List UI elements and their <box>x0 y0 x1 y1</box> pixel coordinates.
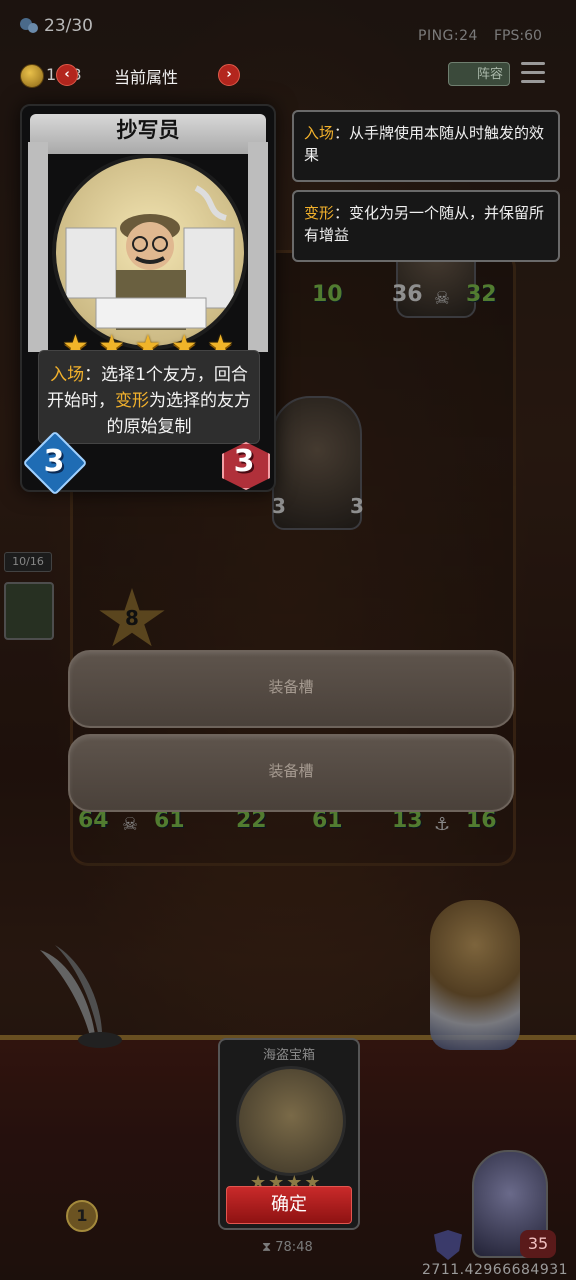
timer: ⧗ 78:48 <box>262 1240 313 1255</box>
card-attack: 3 <box>43 444 65 479</box>
prev-arrow-button[interactable]: ‹ <box>56 64 78 86</box>
card-frame-left <box>28 142 48 352</box>
keyword-transform: 变形 <box>115 391 149 411</box>
chest-title: 海盗宝箱 <box>262 1048 315 1063</box>
card-description: 入场：选择1个友方，回合开始时，变形为选择的友方的原始复制 <box>46 362 252 440</box>
keyword-tooltip-battlecry: 入场：从手牌使用本随从时触发的效果 <box>292 110 560 182</box>
equip-slot-1[interactable]: 装备槽 <box>68 650 514 728</box>
lineup-button[interactable]: 阵容 <box>448 62 510 86</box>
scribe-icon <box>65 185 235 330</box>
turns-icon <box>20 18 38 33</box>
card-health: 3 <box>233 444 255 479</box>
equip-slot-2[interactable]: 装备槽 <box>68 734 514 812</box>
turn-counter: 23/30 <box>44 16 93 36</box>
keyword-name: 变形 <box>304 204 335 222</box>
card-detail: 抄写员 ★ ★ ★ ★ ★ 入场：选择1个友方，回合开始时，变形为选择的友方的原… <box>20 104 276 496</box>
ping: PING:24 <box>418 28 478 44</box>
coin-icon <box>20 64 44 88</box>
bottom-number: 2711.42966684931 <box>422 1262 569 1278</box>
equip-slot-label: 装备槽 <box>268 678 314 696</box>
confirm-button[interactable]: 确定 <box>226 1186 352 1224</box>
equip-slot-label: 装备槽 <box>268 762 314 780</box>
card-frame-right <box>248 142 268 352</box>
gold-badge[interactable]: 1 <box>66 1200 98 1232</box>
keyword-text: ：变化为另一个随从，并保留所有增益 <box>304 204 545 244</box>
keyword-name: 入场 <box>304 124 335 142</box>
keyword-tooltip-transform: 变形：变化为另一个随从，并保留所有增益 <box>292 190 560 262</box>
current-attributes-label: 当前属性 <box>114 68 179 87</box>
timer-value: 78:48 <box>275 1240 313 1255</box>
treasure-chest-icon <box>236 1066 346 1176</box>
hero-health: 35 <box>520 1230 556 1258</box>
card-name: 抄写员 <box>116 118 180 142</box>
menu-icon[interactable] <box>521 62 545 84</box>
next-arrow-button[interactable]: › <box>218 64 240 86</box>
fps: FPS:60 <box>494 28 542 44</box>
keyword-text: ：从手牌使用本随从时触发的效果 <box>304 124 545 164</box>
keyword-battlecry: 入场 <box>50 365 85 385</box>
scribe-portrait <box>52 154 248 350</box>
